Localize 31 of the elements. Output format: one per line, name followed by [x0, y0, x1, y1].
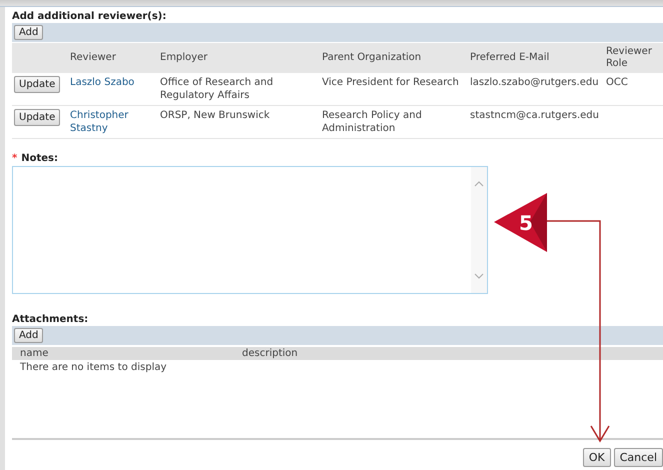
- empty-message: There are no items to display: [19, 361, 168, 375]
- section-label: Attachments:: [12, 314, 90, 325]
- cancel-button[interactable]: Cancel: [614, 448, 663, 467]
- ok-button[interactable]: OK: [582, 448, 611, 467]
- column-header: Reviewer: [70, 52, 116, 63]
- table-cell: stastncm@ca.rutgers.edu: [470, 110, 599, 121]
- chevron-up-icon: [474, 181, 484, 187]
- column-header: description: [242, 348, 298, 359]
- column-header: Preferred E-Mail: [470, 52, 550, 63]
- table-cell: OCC: [606, 77, 628, 88]
- column-header: Parent Organization: [322, 52, 422, 63]
- table-cell: laszlo.szabo@rutgers.edu: [470, 77, 599, 88]
- update-button[interactable]: Update: [14, 109, 60, 126]
- column-header: Employer: [160, 52, 208, 63]
- table-cell: ORSP, New Brunswick: [160, 110, 270, 121]
- add-button[interactable]: Add: [14, 25, 44, 40]
- chevron-down-icon: [474, 273, 484, 279]
- required-mark: *: [12, 153, 18, 164]
- table-cell: Office of Research and Regulatory Affairs: [160, 77, 274, 101]
- table-cell: Research Policy and Administration: [322, 110, 422, 134]
- section-label: Add additional reviewer(s):: [12, 11, 168, 22]
- column-header: Reviewer Role: [606, 46, 652, 69]
- reviewer-link[interactable]: Christopher Stastny: [70, 109, 156, 135]
- callout-drawing: 5: [494, 193, 547, 252]
- reviewer-link[interactable]: Laszlo Szabo: [70, 76, 156, 89]
- update-button[interactable]: Update: [14, 76, 60, 93]
- notes-label: Notes:: [21, 153, 58, 164]
- table-cell: Vice President for Research: [322, 77, 459, 88]
- notes-field[interactable]: [12, 166, 488, 294]
- add-button[interactable]: Add: [14, 328, 44, 343]
- column-header: name: [20, 348, 50, 359]
